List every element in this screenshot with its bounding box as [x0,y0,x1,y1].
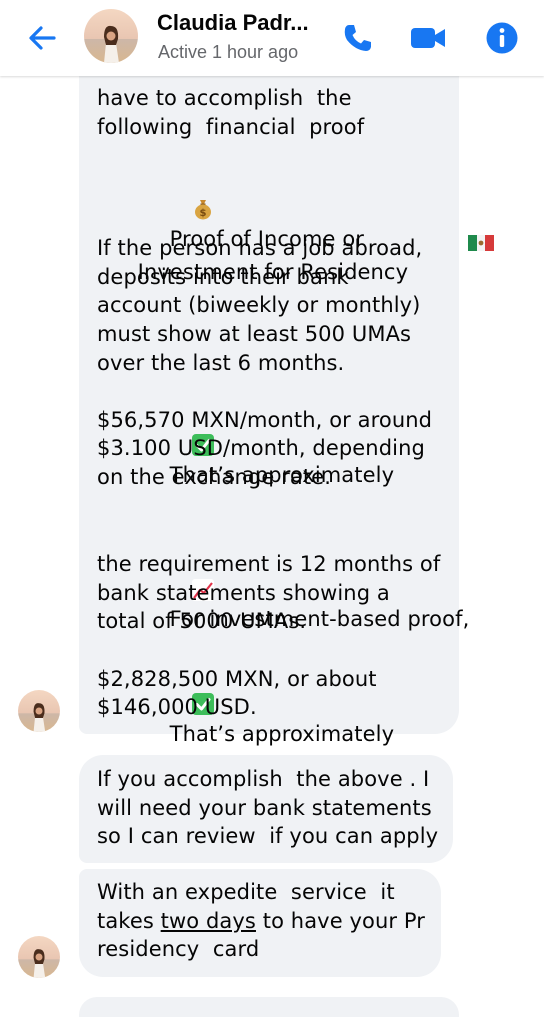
money-bag-icon: $ [138,170,211,220]
message-bubble-partial[interactable] [79,997,459,1017]
underlined-text: two days [160,908,256,933]
message-line: must show at least 500 UMAs [97,321,412,346]
back-arrow-icon [29,26,56,50]
message-line: If the person has a job abroad, [97,236,423,261]
chat-header: Claudia Padr... Active 1 hour ago [0,0,544,76]
message-text: to have your Pr [255,908,426,933]
mexico-flag-icon [414,203,495,252]
message-line: $3.100 USD/month, depending [97,436,425,461]
message-line: $146,000 USD. [97,695,257,720]
message-line: have to accomplish the [97,86,352,110]
sender-avatar[interactable] [18,690,60,732]
message-line-with-emoji: $ Proof of Income or [97,141,441,251]
video-call-button[interactable] [408,18,448,58]
call-button[interactable] [338,18,378,58]
message-line: over the last 6 months. [97,350,345,375]
message-line-with-emoji: That’s approximately [97,377,441,487]
message-line: If you accomplish the above . I [97,767,430,791]
info-icon [486,22,518,54]
message-line: takes two days to have your Pr [97,907,426,936]
contact-avatar[interactable] [84,9,138,63]
message-bubble[interactable]: If you accomplish the above . I will nee… [79,755,453,863]
phone-icon [344,25,371,51]
message-line: residency card [97,937,260,962]
message-text: takes [97,908,161,933]
message-line: the requirement is 12 months of [97,552,441,577]
video-camera-icon [411,28,445,48]
back-button[interactable] [24,20,60,56]
active-status: Active 1 hour ago [158,42,299,62]
message-line-with-emoji: That’s approximately [97,636,441,746]
message-line: $56,570 MXN/month, or around [97,407,433,432]
message-line-with-emoji: For investment-based proof, [97,522,469,631]
message-line: will need your bank statements [97,795,432,820]
message-bubble[interactable]: have to accomplish the following financi… [79,40,495,746]
message-line: following financial proof [97,114,365,139]
message-text: That’s approximately [169,721,395,746]
message-line: so I can review if you can apply [97,824,439,849]
message-line: bank statements showing a [97,580,390,605]
message-bubble[interactable]: With an expedite service it takes two da… [79,869,441,977]
message-line: With an expedite service it [97,880,395,904]
contact-name[interactable]: Claudia Padr... [157,10,309,36]
info-button[interactable] [482,18,522,58]
message-line: account (biweekly or monthly) [97,293,421,318]
sender-avatar[interactable] [18,936,60,978]
conversation-thread[interactable]: have to accomplish the following financi… [0,0,544,1017]
